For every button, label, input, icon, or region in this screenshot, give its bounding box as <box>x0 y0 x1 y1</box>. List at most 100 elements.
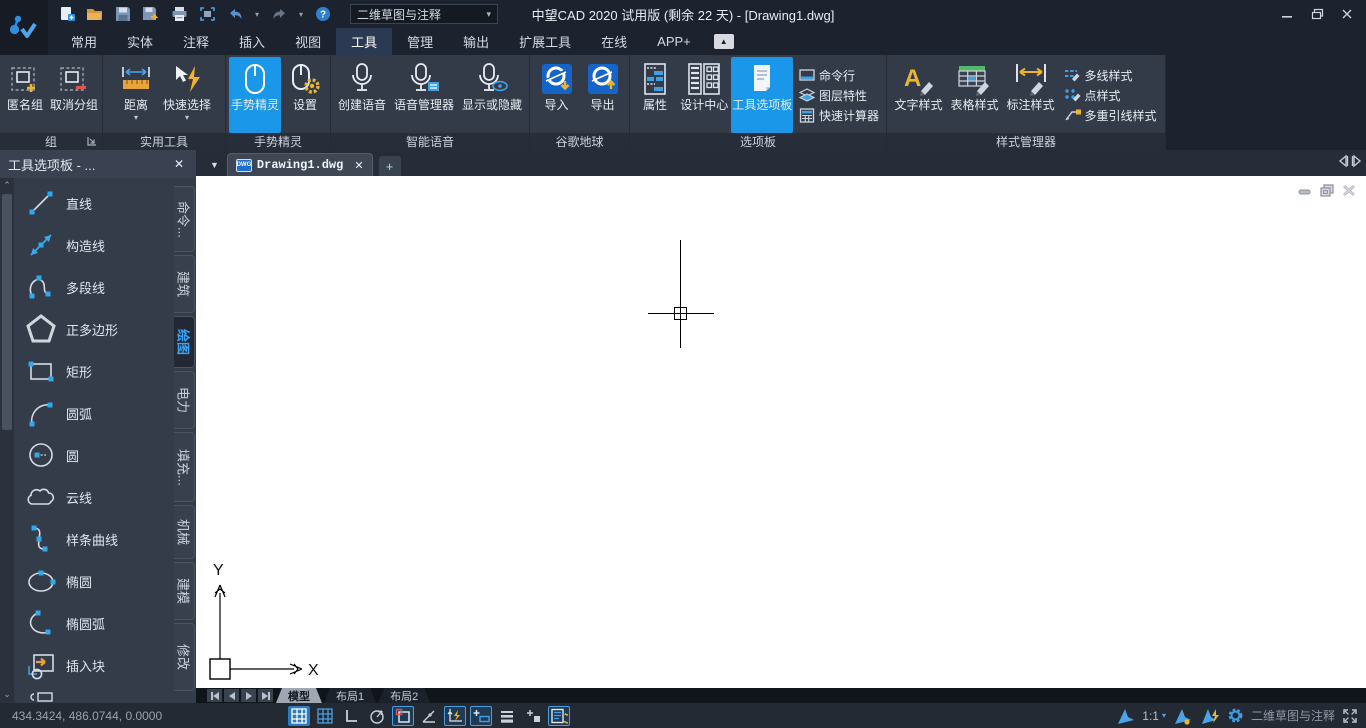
table-style-button[interactable]: 表格样式 <box>947 57 1001 133</box>
annotation-visibility-icon[interactable] <box>1173 707 1193 725</box>
layout-tab-model[interactable]: 模型 <box>276 688 322 703</box>
distance-dropdown-caret[interactable]: ▾ <box>134 113 138 122</box>
tool-palettes-button[interactable]: 工具选项板 <box>731 57 793 133</box>
panel-launcher-icon[interactable] <box>86 135 98 147</box>
palette-item-rectangle[interactable]: 矩形 <box>14 350 174 392</box>
app-logo[interactable] <box>0 0 48 55</box>
tab-home[interactable]: 常用 <box>56 28 112 55</box>
annotation-scale-control[interactable]: 1:1 ▾ <box>1142 709 1166 723</box>
undo-dropdown[interactable]: ▾ <box>252 10 262 19</box>
layout-tab-layout1[interactable]: 布局1 <box>324 688 376 703</box>
import-button[interactable]: 导入 <box>535 57 579 133</box>
palette-item-circle[interactable]: 圆 <box>14 434 174 476</box>
palette-item-xline[interactable]: 构造线 <box>14 224 174 266</box>
palette-tab-modeling[interactable]: 建模 <box>174 562 195 620</box>
osnap-tracking-toggle[interactable] <box>444 705 466 726</box>
tab-app-plus[interactable]: APP+ <box>642 28 706 55</box>
palette-item-polyline[interactable]: 多段线 <box>14 266 174 308</box>
palette-item-arc[interactable]: 圆弧 <box>14 392 174 434</box>
palette-close-icon[interactable]: ✕ <box>170 157 188 171</box>
voice-manager-button[interactable]: 语音管理器 <box>391 57 457 133</box>
workspace-dropdown[interactable]: 二维草图与注释 ▾ <box>350 4 498 24</box>
first-layout-button[interactable] <box>207 689 222 702</box>
help-button[interactable]: ? <box>312 4 334 24</box>
print-button[interactable] <box>168 4 190 24</box>
show-hide-voice-button[interactable]: 显示或隐藏 <box>459 57 525 133</box>
multiline-style-button[interactable]: 多线样式 <box>1064 67 1157 84</box>
redo-button[interactable] <box>268 4 290 24</box>
ribbon-collapse-button[interactable]: ▲ <box>713 34 734 49</box>
tab-tools[interactable]: 工具 <box>336 28 393 55</box>
palette-tab-draw[interactable]: 绘图 <box>174 316 195 368</box>
tab-annotate[interactable]: 注释 <box>168 28 224 55</box>
palette-tab-electric[interactable]: 电力 <box>174 371 195 429</box>
polar-tracking-toggle[interactable] <box>366 706 388 726</box>
doc-tab-dropdown-icon[interactable]: ▼ <box>210 160 219 170</box>
annotation-monitor-toggle[interactable] <box>548 705 570 726</box>
palette-item-ellipse-arc[interactable]: 椭圆弧 <box>14 602 174 644</box>
scroll-down-icon[interactable]: ⌄ <box>3 687 11 701</box>
palette-item-partial[interactable] <box>14 686 174 703</box>
annotation-scale-icon[interactable] <box>1115 707 1135 725</box>
grid-display-toggle[interactable] <box>288 705 310 726</box>
undo-button[interactable] <box>224 4 246 24</box>
save-as-button[interactable] <box>140 4 162 24</box>
ortho-mode-toggle[interactable] <box>340 706 362 726</box>
selection-cycling-toggle[interactable] <box>522 706 544 726</box>
fullscreen-icon[interactable] <box>1342 708 1358 724</box>
tab-view[interactable]: 视图 <box>280 28 336 55</box>
object-snap-toggle[interactable] <box>392 705 414 726</box>
doc-restore-icon[interactable] <box>1320 184 1334 197</box>
palette-tab-architecture[interactable]: 建筑 <box>174 255 195 313</box>
workspace-status-label[interactable]: 二维草图与注释 <box>1251 707 1335 724</box>
palette-scrollbar[interactable]: ⌃ ⌄ <box>0 178 14 703</box>
quick-calculator-button[interactable]: 快速计算器 <box>799 107 879 124</box>
restore-button[interactable] <box>1302 0 1332 28</box>
layout-tab-layout2[interactable]: 布局2 <box>378 688 430 703</box>
palette-item-line[interactable]: 直线 <box>14 182 174 224</box>
next-layout-button[interactable] <box>241 689 256 702</box>
snap-angle-toggle[interactable] <box>418 706 440 726</box>
auto-annotation-scale-icon[interactable] <box>1200 707 1220 725</box>
minimize-button[interactable] <box>1272 0 1302 28</box>
distance-button[interactable]: 距离 ▾ <box>114 57 158 133</box>
quick-select-button[interactable]: 快速选择 ▾ <box>160 57 214 133</box>
close-button[interactable] <box>1332 0 1362 28</box>
export-button[interactable]: 导出 <box>581 57 625 133</box>
scroll-tabs-right-icon[interactable] <box>1351 154 1362 168</box>
prev-layout-button[interactable] <box>224 689 239 702</box>
palette-tab-command[interactable]: 命令... <box>174 186 195 252</box>
tab-output[interactable]: 输出 <box>448 28 504 55</box>
text-style-button[interactable]: A 文字样式 <box>891 57 945 133</box>
new-file-button[interactable] <box>56 4 78 24</box>
tab-insert[interactable]: 插入 <box>224 28 280 55</box>
scroll-tabs-left-icon[interactable] <box>1338 154 1349 168</box>
palette-tab-mechanical[interactable]: 机械 <box>174 505 195 559</box>
preview-button[interactable] <box>196 4 218 24</box>
tab-online[interactable]: 在线 <box>586 28 642 55</box>
doc-minimize-icon[interactable] <box>1298 184 1312 197</box>
palette-item-polygon[interactable]: 正多边形 <box>14 308 174 350</box>
tab-manage[interactable]: 管理 <box>392 28 448 55</box>
tab-solid[interactable]: 实体 <box>112 28 168 55</box>
open-file-button[interactable] <box>84 4 106 24</box>
drawing-canvas[interactable]: Y X <box>196 176 1366 688</box>
palette-tab-modify[interactable]: 修改 <box>174 623 195 691</box>
tab-express[interactable]: 扩展工具 <box>504 28 586 55</box>
palette-item-ellipse[interactable]: 椭圆 <box>14 560 174 602</box>
ungroup-button[interactable]: 取消分组 <box>49 57 99 133</box>
dimension-style-button[interactable]: 标注样式 <box>1004 57 1058 133</box>
document-tab-drawing1[interactable]: DWG Drawing1.dwg ✕ <box>226 153 373 176</box>
palette-item-spline[interactable]: 样条曲线 <box>14 518 174 560</box>
lineweight-toggle[interactable] <box>496 706 518 726</box>
snap-mode-toggle[interactable] <box>314 706 336 726</box>
save-button[interactable] <box>112 4 134 24</box>
redo-dropdown[interactable]: ▾ <box>296 10 306 19</box>
multileader-style-button[interactable]: 多重引线样式 <box>1064 107 1157 124</box>
document-tab-close-icon[interactable]: ✕ <box>354 159 363 172</box>
properties-button[interactable]: 属性 <box>633 57 677 133</box>
gesture-genie-button[interactable]: 手势精灵 <box>229 57 281 133</box>
palette-item-insert-block[interactable]: 插入块 <box>14 644 174 686</box>
dynamic-input-toggle[interactable] <box>470 705 492 726</box>
scrollbar-thumb[interactable] <box>2 194 12 430</box>
